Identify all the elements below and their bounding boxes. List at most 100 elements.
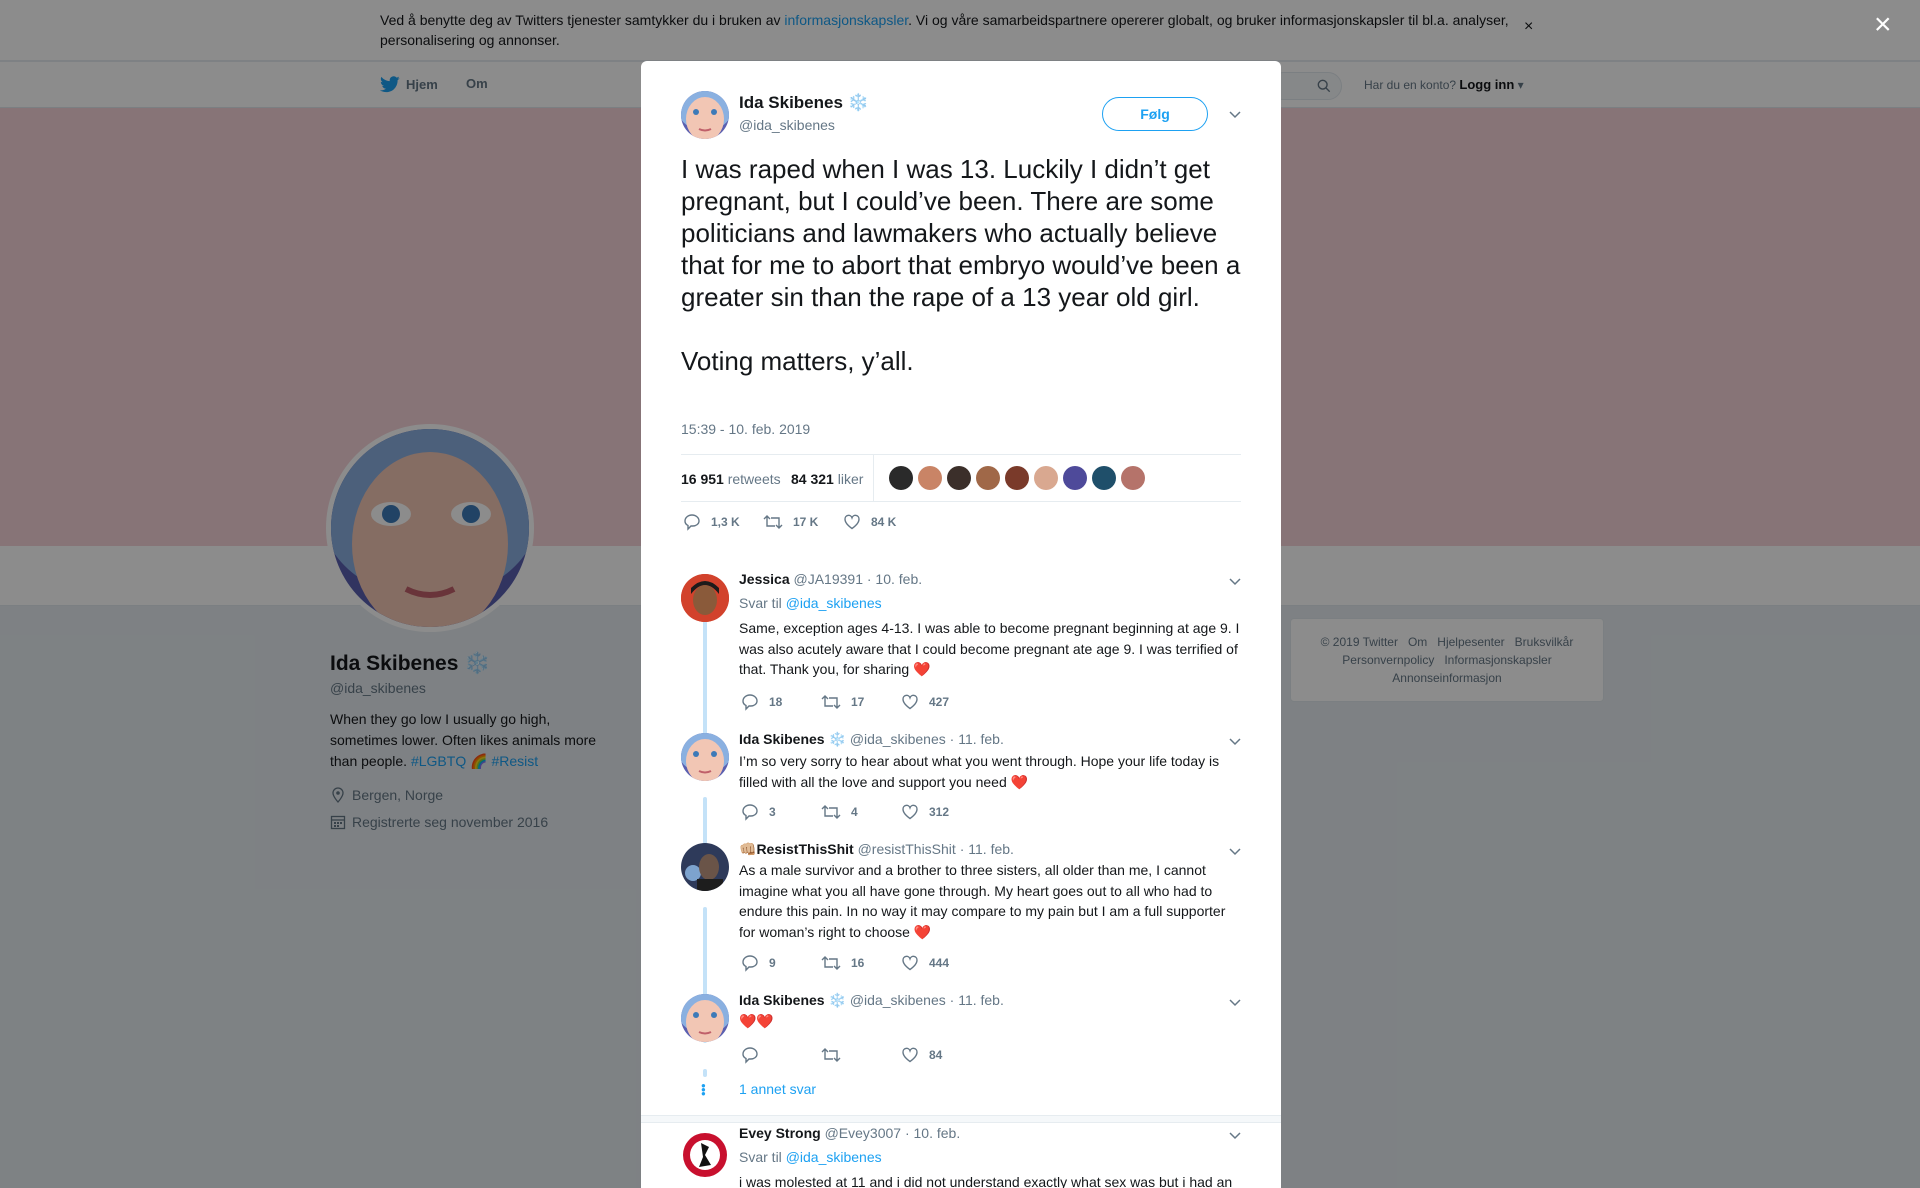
- reply-text-body: As a male survivor and a brother to thre…: [739, 862, 1226, 940]
- like-action[interactable]: 84: [901, 1046, 942, 1064]
- reply-action[interactable]: 9: [741, 954, 821, 972]
- reply-actions: 84: [741, 1046, 942, 1064]
- reply-action[interactable]: [741, 1046, 821, 1064]
- retweet-icon: [821, 695, 841, 709]
- reply-date[interactable]: · 11. feb.: [950, 731, 1004, 747]
- retweet-icon: [821, 805, 841, 819]
- reply-to-link[interactable]: @ida_skibenes: [786, 595, 882, 611]
- heart-emoji: ❤️: [913, 923, 932, 940]
- reply-avatar[interactable]: [681, 843, 729, 891]
- reply-author-name[interactable]: Ida Skibenes: [739, 992, 825, 1008]
- retweet-icon: [763, 515, 783, 529]
- retweet-count: 16: [851, 956, 865, 970]
- reply-author-name[interactable]: Evey Strong: [739, 1125, 821, 1141]
- reply-actions: 3 4 312: [741, 803, 949, 821]
- avatar-image: [681, 843, 729, 891]
- chevron-down-icon[interactable]: [1227, 573, 1243, 589]
- reply-author-handle[interactable]: @ida_skibenes: [850, 731, 946, 747]
- retweet-action[interactable]: 17: [821, 693, 901, 711]
- reply-text: i was molested at 11 and i did not under…: [739, 1174, 1233, 1188]
- close-icon[interactable]: ×: [1874, 10, 1892, 40]
- liker-avatar[interactable]: [1092, 466, 1116, 490]
- liker-avatar[interactable]: [1034, 466, 1058, 490]
- chevron-down-icon[interactable]: [1227, 1127, 1243, 1143]
- tweet-timestamp[interactable]: 15:39 - 10. feb. 2019: [681, 421, 810, 437]
- reply-avatar[interactable]: [681, 733, 729, 781]
- liker-avatar[interactable]: [976, 466, 1000, 490]
- tweet-stats: 16 951 retweets 84 321 liker: [681, 454, 1241, 502]
- chevron-down-icon[interactable]: [1227, 994, 1243, 1010]
- retweet-action[interactable]: 4: [821, 803, 901, 821]
- reply-to: Svar til @ida_skibenes: [739, 1149, 882, 1165]
- heart-emoji: ❤️: [913, 661, 931, 677]
- reply-count: 9: [769, 956, 776, 970]
- retweet-count: 17 K: [793, 515, 819, 529]
- reply-author-handle[interactable]: @JA19391: [794, 571, 863, 587]
- liker-avatar[interactable]: [1005, 466, 1029, 490]
- chevron-down-icon[interactable]: [1227, 106, 1243, 122]
- reply-date[interactable]: · 11. feb.: [960, 841, 1014, 857]
- reply-header: 👊🏼ResistThisShit @resistThisShit · 11. f…: [739, 841, 1014, 858]
- tweet-modal: Ida Skibenes ❄️ @ida_skibenes Følg I was…: [641, 61, 1281, 1188]
- reply-count: 1,3 K: [711, 515, 740, 529]
- reply-actions: 18 17 427: [741, 693, 949, 711]
- reply-date[interactable]: · 10. feb.: [867, 571, 922, 587]
- likes-count: 84 321: [791, 471, 834, 487]
- liker-avatar[interactable]: [1063, 466, 1087, 490]
- reply-author-handle[interactable]: @resistThisShit: [858, 841, 956, 857]
- retweet-action[interactable]: 17 K: [763, 513, 843, 531]
- snowflake-icon: ❄️: [828, 992, 846, 1008]
- thread-separator: [641, 1115, 1281, 1123]
- reply-text: ❤️❤️: [739, 1011, 1244, 1032]
- like-action[interactable]: 444: [901, 954, 949, 972]
- reply-author-name[interactable]: Ida Skibenes: [739, 731, 825, 747]
- like-count: 84: [929, 1048, 943, 1062]
- fist-emoji: 👊🏼: [739, 841, 757, 857]
- liker-avatar[interactable]: [889, 466, 913, 490]
- reply-author-name[interactable]: ResistThisShit: [756, 841, 853, 857]
- reply-action[interactable]: 3: [741, 803, 821, 821]
- reply-icon: [742, 1047, 758, 1064]
- like-icon: [844, 514, 860, 530]
- avatar-image: [681, 994, 729, 1042]
- likes-stat[interactable]: 84 321 liker: [791, 471, 863, 487]
- reply-action[interactable]: 18: [741, 693, 821, 711]
- more-replies-link[interactable]: 1 annet svar: [739, 1081, 816, 1097]
- liker-avatar[interactable]: [947, 466, 971, 490]
- like-action[interactable]: 427: [901, 693, 949, 711]
- reply-header: Ida Skibenes ❄️ @ida_skibenes · 11. feb.: [739, 731, 1004, 748]
- reply-date[interactable]: · 11. feb.: [950, 992, 1004, 1008]
- tweet-text: I was raped when I was 13. Luckily I did…: [681, 154, 1241, 376]
- reply-author-handle[interactable]: @Evey3007: [825, 1125, 901, 1141]
- reply-avatar[interactable]: [681, 1131, 729, 1179]
- like-action[interactable]: 312: [901, 803, 949, 821]
- follow-button[interactable]: Følg: [1102, 97, 1208, 131]
- retweets-stat[interactable]: 16 951 retweets: [681, 471, 781, 487]
- reply-text: Same, exception ages 4-13. I was able to…: [739, 618, 1244, 680]
- retweet-action[interactable]: [821, 1046, 901, 1064]
- retweet-count: 4: [851, 805, 858, 819]
- reply-author-handle[interactable]: @ida_skibenes: [850, 992, 946, 1008]
- chevron-down-icon[interactable]: [1227, 843, 1243, 859]
- tweet-author-name[interactable]: Ida Skibenes ❄️: [739, 93, 869, 113]
- like-count: 312: [929, 805, 950, 819]
- like-icon: [902, 1047, 918, 1063]
- retweet-action[interactable]: 16: [821, 954, 901, 972]
- reply-to-link[interactable]: @ida_skibenes: [786, 1149, 882, 1165]
- tweet-author-avatar[interactable]: [681, 91, 729, 139]
- reply-avatar[interactable]: [681, 994, 729, 1042]
- reply-author-name[interactable]: Jessica: [739, 571, 790, 587]
- tweet-author-handle[interactable]: @ida_skibenes: [739, 117, 835, 133]
- reply-actions: 9 16 444: [741, 954, 949, 972]
- liker-avatar[interactable]: [918, 466, 942, 490]
- liker-avatar[interactable]: [1121, 466, 1145, 490]
- reply-avatar[interactable]: [681, 574, 729, 622]
- reply-icon: [742, 804, 758, 821]
- avatar-image: [681, 574, 729, 622]
- reply-date[interactable]: · 10. feb.: [905, 1125, 960, 1141]
- reply-icon: [742, 955, 758, 972]
- heart-emoji: ❤️: [1010, 773, 1029, 790]
- chevron-down-icon[interactable]: [1227, 733, 1243, 749]
- reply-action[interactable]: 1,3 K: [683, 513, 763, 531]
- like-action[interactable]: 84 K: [843, 513, 896, 531]
